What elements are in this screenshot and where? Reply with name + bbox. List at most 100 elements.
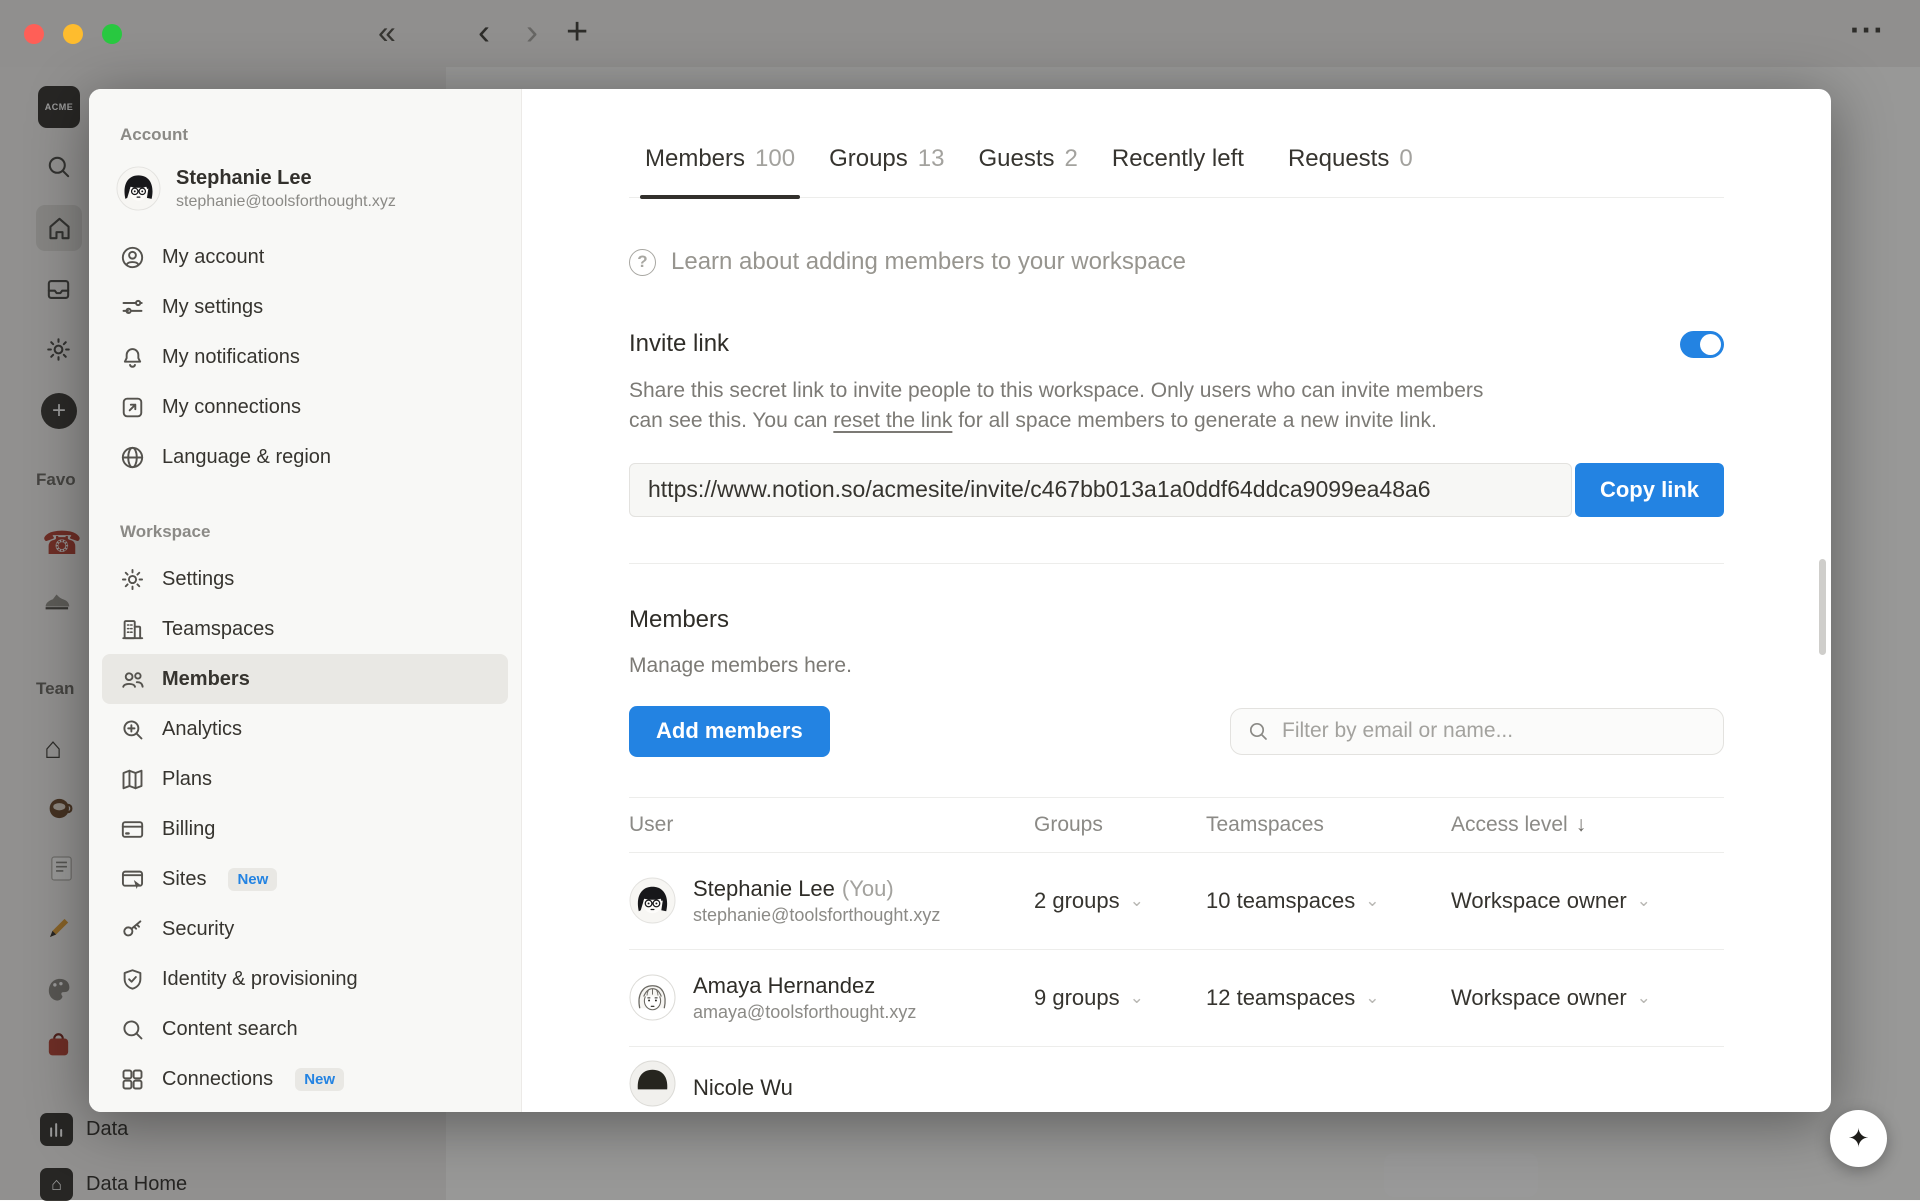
sidebar-item-label: Security bbox=[162, 918, 234, 941]
teamspaces-dropdown[interactable]: 12 teamspaces ⌄ bbox=[1206, 985, 1451, 1011]
chevron-down-icon: ⌄ bbox=[1365, 988, 1379, 1008]
tab-label: Members bbox=[645, 145, 745, 173]
column-header-groups: Groups bbox=[1034, 813, 1206, 837]
gear-icon bbox=[119, 566, 146, 593]
member-row: Nicole Wu bbox=[629, 1047, 1724, 1112]
sidebar-item-my-settings[interactable]: My settings bbox=[102, 282, 508, 332]
sidebar-item-label: Connections bbox=[162, 1068, 273, 1091]
avatar bbox=[629, 1060, 676, 1107]
invite-link-input[interactable] bbox=[629, 463, 1572, 517]
window-minimize-button[interactable] bbox=[63, 24, 83, 44]
account-menu: My account My settings My notifications … bbox=[89, 232, 521, 482]
tab-count: 13 bbox=[918, 145, 945, 173]
add-members-button[interactable]: Add members bbox=[629, 706, 830, 757]
sidebar-item-members[interactable]: Members bbox=[102, 654, 508, 704]
browser-cursor-icon bbox=[119, 866, 146, 893]
chevron-down-icon: ⌄ bbox=[1130, 891, 1144, 911]
modal-scrollbar[interactable] bbox=[1819, 559, 1826, 655]
settings-modal: Account Stephanie Lee stephanie@toolsfor… bbox=[89, 89, 1831, 1112]
column-header-teamspaces: Teamspaces bbox=[1206, 813, 1451, 837]
sliders-icon bbox=[119, 294, 146, 321]
chevron-down-icon: ⌄ bbox=[1365, 891, 1379, 911]
window-zoom-button[interactable] bbox=[102, 24, 122, 44]
member-name-text: Stephanie Lee bbox=[693, 876, 835, 901]
member-filter bbox=[1230, 708, 1724, 755]
column-header-user: User bbox=[629, 813, 1034, 837]
teamspaces-value: 12 teamspaces bbox=[1206, 985, 1355, 1011]
member-name: Amaya Hernandez bbox=[693, 973, 916, 999]
groups-dropdown[interactable]: 9 groups ⌄ bbox=[1034, 985, 1206, 1011]
member-row: Amaya Hernandez amaya@toolsforthought.xy… bbox=[629, 950, 1724, 1047]
credit-card-icon bbox=[119, 816, 146, 843]
ai-sparkle-button[interactable]: ✦ bbox=[1830, 1110, 1887, 1167]
learn-about-members-link[interactable]: ? Learn about adding members to your wor… bbox=[629, 248, 1724, 276]
chevron-down-icon: ⌄ bbox=[1637, 891, 1651, 911]
chevron-down-icon: ⌄ bbox=[1130, 988, 1144, 1008]
grid-icon bbox=[119, 1066, 146, 1093]
tab-label: Recently left bbox=[1112, 145, 1244, 173]
workspace-section-label: Workspace bbox=[89, 522, 521, 554]
sidebar-item-label: Sites bbox=[162, 868, 206, 891]
tab-members[interactable]: Members 100 bbox=[645, 145, 795, 197]
teamspaces-dropdown[interactable]: 10 teamspaces ⌄ bbox=[1206, 888, 1451, 914]
sidebar-item-my-account[interactable]: My account bbox=[102, 232, 508, 282]
window-close-button[interactable] bbox=[24, 24, 44, 44]
access-level-dropdown[interactable]: Workspace owner ⌄ bbox=[1451, 985, 1724, 1011]
search-icon bbox=[1246, 719, 1270, 743]
invite-link-toggle[interactable] bbox=[1680, 331, 1724, 358]
sidebar-item-my-connections[interactable]: My connections bbox=[102, 382, 508, 432]
member-email: stephanie@toolsforthought.xyz bbox=[693, 905, 940, 926]
sidebar-item-connections[interactable]: Connections New bbox=[102, 1054, 508, 1104]
reset-link[interactable]: reset the link bbox=[833, 409, 952, 432]
column-header-access-level[interactable]: Access level ↓ bbox=[1451, 813, 1724, 837]
sidebar-item-sites[interactable]: Sites New bbox=[102, 854, 508, 904]
description-text: for all space members to generate a new … bbox=[952, 409, 1436, 432]
tab-requests[interactable]: Requests 0 bbox=[1288, 145, 1413, 197]
access-level-dropdown[interactable]: Workspace owner ⌄ bbox=[1451, 888, 1724, 914]
members-table-header: User Groups Teamspaces Access level ↓ bbox=[629, 797, 1724, 853]
members-tabs: Members 100 Groups 13 Guests 2 Recently … bbox=[629, 145, 1724, 198]
sidebar-item-my-notifications[interactable]: My notifications bbox=[102, 332, 508, 382]
groups-dropdown[interactable]: 2 groups ⌄ bbox=[1034, 888, 1206, 914]
sidebar-item-analytics[interactable]: Analytics bbox=[102, 704, 508, 754]
sidebar-item-language-region[interactable]: Language & region bbox=[102, 432, 508, 482]
sidebar-item-label: Billing bbox=[162, 818, 215, 841]
invite-link-title: Invite link bbox=[629, 330, 729, 358]
account-user-email: stephanie@toolsforthought.xyz bbox=[176, 193, 396, 211]
tab-groups[interactable]: Groups 13 bbox=[829, 145, 944, 197]
sidebar-item-billing[interactable]: Billing bbox=[102, 804, 508, 854]
column-header-label: Access level bbox=[1451, 813, 1568, 837]
tab-label: Guests bbox=[978, 145, 1054, 173]
building-icon bbox=[119, 616, 146, 643]
tab-guests[interactable]: Guests 2 bbox=[978, 145, 1077, 197]
members-settings-content: Members 100 Groups 13 Guests 2 Recently … bbox=[522, 89, 1831, 1112]
access-level-value: Workspace owner bbox=[1451, 985, 1627, 1011]
tab-label: Requests bbox=[1288, 145, 1389, 173]
search-icon bbox=[119, 1016, 146, 1043]
sidebar-item-label: Language & region bbox=[162, 446, 331, 469]
sidebar-item-security[interactable]: Security bbox=[102, 904, 508, 954]
sidebar-item-identity-provisioning[interactable]: Identity & provisioning bbox=[102, 954, 508, 1004]
workspace-menu: Settings Teamspaces Members Analytics Pl… bbox=[89, 554, 521, 1104]
sidebar-item-label: Identity & provisioning bbox=[162, 968, 358, 991]
members-section-title: Members bbox=[629, 606, 1724, 634]
filter-members-input[interactable] bbox=[1282, 719, 1708, 743]
account-user-name: Stephanie Lee bbox=[176, 166, 396, 191]
groups-value: 9 groups bbox=[1034, 985, 1120, 1011]
tab-recently-left[interactable]: Recently left bbox=[1112, 145, 1254, 197]
sidebar-item-settings[interactable]: Settings bbox=[102, 554, 508, 604]
sidebar-item-teamspaces[interactable]: Teamspaces bbox=[102, 604, 508, 654]
arrow-out-box-icon bbox=[119, 394, 146, 421]
tab-label: Groups bbox=[829, 145, 908, 173]
sidebar-item-label: My connections bbox=[162, 396, 301, 419]
sidebar-item-label: Content search bbox=[162, 1018, 298, 1041]
you-suffix: (You) bbox=[842, 876, 894, 901]
sidebar-item-content-search[interactable]: Content search bbox=[102, 1004, 508, 1054]
account-user: Stephanie Lee stephanie@toolsforthought.… bbox=[89, 156, 521, 220]
new-badge: New bbox=[295, 1068, 344, 1091]
globe-icon bbox=[119, 444, 146, 471]
copy-link-button[interactable]: Copy link bbox=[1575, 463, 1724, 517]
question-icon: ? bbox=[629, 249, 656, 276]
sidebar-item-plans[interactable]: Plans bbox=[102, 754, 508, 804]
avatar bbox=[116, 166, 161, 211]
